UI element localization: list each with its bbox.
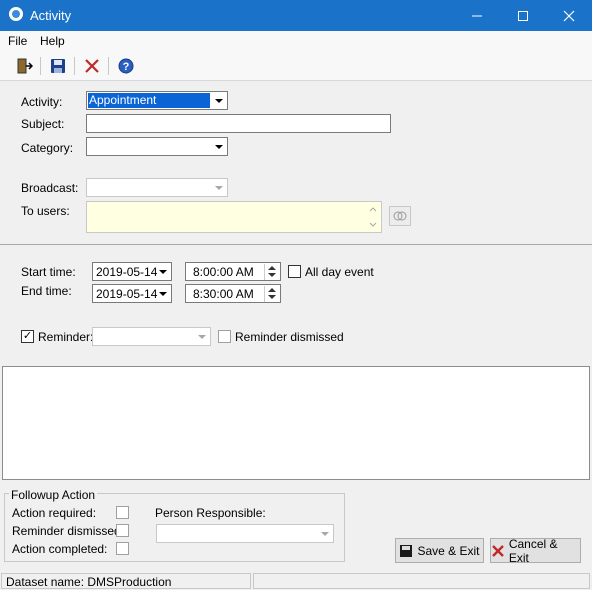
start-date-picker[interactable]: 2019-05-14: [92, 262, 172, 281]
window-title: Activity: [30, 8, 72, 23]
subject-label: Subject:: [21, 117, 65, 131]
start-time-spinner[interactable]: [264, 264, 279, 280]
end-time-input[interactable]: 8:30:00 AM: [185, 284, 281, 303]
floppy-disk-icon: [400, 544, 413, 557]
menu-file[interactable]: File: [8, 34, 27, 48]
toolbar-separator: [108, 57, 109, 75]
start-time-value: 8:00:00 AM: [193, 265, 254, 279]
minimize-icon: [472, 15, 482, 16]
end-time-label: End time:: [21, 284, 72, 298]
broadcast-select[interactable]: [86, 178, 228, 197]
delete-button[interactable]: [81, 56, 103, 76]
status-bar: Dataset name: DMSProduction: [0, 572, 592, 590]
to-users-label: To users:: [21, 204, 70, 218]
cancel-exit-button[interactable]: Cancel & Exit: [490, 536, 581, 565]
close-icon: [563, 10, 575, 21]
exit-door-icon: [17, 58, 33, 74]
followup-reminder-dismissed-label: Reminder dismissed:: [12, 524, 125, 538]
status-panel-empty: [253, 573, 590, 589]
action-completed-label: Action completed:: [12, 542, 108, 556]
chevron-down-icon: [194, 329, 209, 344]
chevron-down-icon[interactable]: [155, 264, 170, 279]
activity-label: Activity:: [21, 95, 63, 109]
subject-input[interactable]: [86, 114, 391, 133]
status-dataset: Dataset name: DMSProduction: [1, 573, 251, 589]
menu-bar: File Help: [0, 31, 592, 51]
save-exit-label: Save & Exit: [417, 543, 480, 558]
toolbar-separator: [40, 57, 41, 75]
reminder-label: Reminder:: [38, 330, 94, 344]
reminder-dismissed-label: Reminder dismissed: [235, 330, 344, 344]
users-lookup-icon: [393, 211, 407, 221]
title-bar: Activity: [0, 0, 592, 31]
end-time-value: 8:30:00 AM: [193, 287, 254, 301]
action-completed-checkbox[interactable]: [116, 542, 129, 555]
category-label: Category:: [21, 141, 74, 155]
end-time-spinner[interactable]: [264, 286, 279, 302]
notes-textarea[interactable]: [2, 366, 590, 480]
chevron-down-icon[interactable]: [155, 286, 170, 301]
save-exit-button[interactable]: Save & Exit: [395, 538, 484, 563]
select-users-button[interactable]: [389, 206, 411, 226]
all-day-label: All day event: [305, 265, 374, 279]
section-divider: [0, 244, 592, 245]
save-button[interactable]: [47, 56, 69, 76]
scroll-arrows-icon: [369, 207, 377, 227]
to-users-scrollbar[interactable]: [367, 204, 379, 230]
toolbar-separator: [74, 57, 75, 75]
chevron-down-icon[interactable]: [211, 139, 226, 154]
maximize-button[interactable]: [500, 0, 546, 31]
broadcast-label: Broadcast:: [21, 181, 79, 195]
category-select[interactable]: [86, 137, 228, 156]
end-date-picker[interactable]: 2019-05-14: [92, 284, 172, 303]
menu-help[interactable]: Help: [40, 34, 65, 48]
to-users-field[interactable]: [86, 201, 382, 233]
start-date-value: 2019-05-14: [96, 265, 158, 279]
close-button[interactable]: [546, 0, 592, 31]
followup-reminder-dismissed-checkbox[interactable]: [116, 524, 129, 537]
chevron-down-icon: [211, 180, 226, 195]
reminder-select[interactable]: [92, 327, 211, 346]
action-required-label: Action required:: [12, 506, 97, 520]
maximize-icon: [518, 10, 528, 21]
start-time-label: Start time:: [21, 265, 76, 279]
followup-legend: Followup Action: [9, 488, 98, 502]
chevron-down-icon[interactable]: [211, 93, 226, 108]
activity-select[interactable]: Appointment: [86, 91, 228, 110]
start-time-input[interactable]: 8:00:00 AM: [185, 262, 281, 281]
activity-selected-value: Appointment: [88, 93, 210, 108]
cancel-x-icon: [492, 544, 504, 557]
chevron-down-icon: [317, 526, 332, 541]
reminder-checkbox[interactable]: ✓: [21, 330, 34, 343]
all-day-checkbox[interactable]: [288, 265, 301, 278]
action-required-checkbox[interactable]: [116, 506, 129, 519]
help-question-icon: ?: [118, 58, 134, 74]
toolbar: ?: [0, 51, 592, 81]
person-responsible-select[interactable]: [156, 524, 334, 543]
help-button[interactable]: ?: [115, 56, 137, 76]
end-date-value: 2019-05-14: [96, 287, 158, 301]
exit-button[interactable]: [13, 56, 35, 76]
floppy-disk-icon: [51, 59, 65, 73]
minimize-button[interactable]: [454, 0, 500, 31]
delete-x-icon: [85, 59, 99, 73]
app-icon: [9, 7, 23, 21]
svg-text:?: ?: [123, 61, 130, 73]
person-responsible-label: Person Responsible:: [155, 506, 266, 520]
cancel-exit-label: Cancel & Exit: [508, 536, 558, 565]
reminder-dismissed-checkbox[interactable]: [218, 330, 231, 343]
